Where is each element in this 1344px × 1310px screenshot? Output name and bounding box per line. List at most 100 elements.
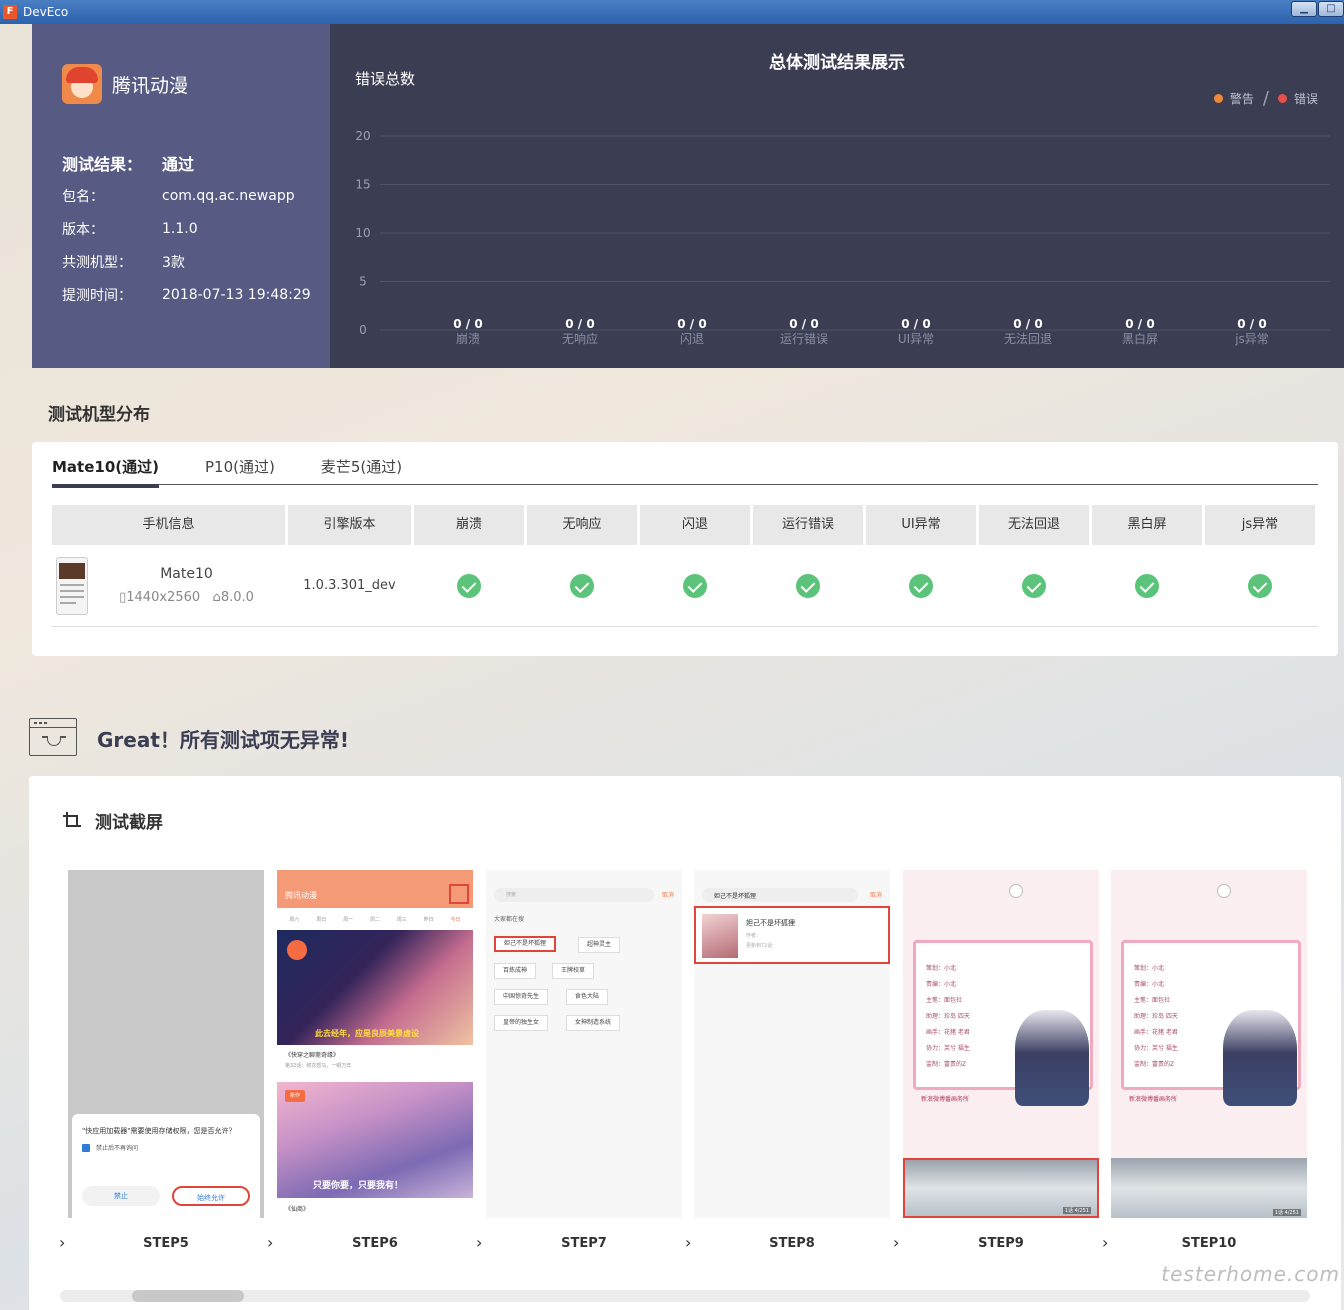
credit-line: 策划：小北 [1134,965,1165,972]
screenshot-step9[interactable]: 策划：小北 责编：小北 主笔：面包社 助理：珍岛 四天 画手：花猪 老君 协力：… [903,870,1099,1218]
weekday-tabs: 周六 周日 周一 周二 周三 昨日 今日 [277,912,473,926]
th-js-error: js异常 [1205,505,1315,545]
phone-info: Mate10 ▯1440x2560 ⌂8.0.0 [88,566,285,605]
next-page-preview: 1话 4/251 [1111,1158,1307,1218]
chevron-right-icon[interactable]: › [893,1233,899,1252]
crop-icon [63,811,81,830]
bar-value-label: 0 / 0 [789,317,818,331]
app-info-panel: 腾讯动漫 测试结果： 通过 包名： com.qq.ac.newapp 版本： 1… [32,24,330,368]
great-message: Great！所有测试项无异常! [97,728,350,752]
chevron-right-icon[interactable]: › [685,1233,691,1252]
new-badge: 新作 [285,1090,305,1102]
search-result: 妲己不是坏狐狸 作者： 更新到72话 [694,906,890,964]
horizontal-scrollbar[interactable] [60,1290,1310,1302]
phone-name: Mate10 [160,566,213,582]
status-cell [414,545,524,627]
window-title: DevEco [23,5,69,19]
th-crash: 崩溃 [414,505,524,545]
chevron-right-icon[interactable]: › [1102,1233,1108,1252]
info-row-result: 测试结果： 通过 [62,146,330,179]
models-card: Mate10(通过) P10(通过) 麦芒5(通过) 手机信息 引擎版本 崩溃 … [32,442,1338,656]
y-tick-label: 0 [359,323,367,337]
smile-window-icon [29,718,77,756]
status-cell [1092,545,1202,627]
th-quit: 闪退 [640,505,750,545]
cancel-link: 取消 [869,892,882,899]
character-illustration [1015,1010,1089,1106]
table-row: Mate10 ▯1440x2560 ⌂8.0.0 1.0.3.301_dev [52,545,1318,627]
dialog-buttons: 禁止 始终允许 [82,1186,250,1206]
allow-button: 始终允许 [172,1186,250,1206]
step-label: STEP7 [561,1236,607,1251]
x-tick-label: 崩溃 [456,332,480,346]
info-row-devices: 共测机型： 3款 [62,245,330,278]
screenshot-step8[interactable]: 妲己不是坏狐狸 取消 妲己不是坏狐狸 作者： 更新到72话 [694,870,890,1218]
dialog-checkbox: 禁止后不再询问 [82,1143,250,1152]
info-value: 通过 [162,154,195,174]
credit-line: 监制：富贵的Z [926,1061,967,1068]
x-tick-label: 无响应 [562,331,598,346]
credits-footer: 新浪微博番画务所 [1129,1096,1178,1103]
checkbox-label: 禁止后不再询问 [96,1145,139,1152]
info-key: 共测机型： [62,254,132,271]
check-icon [1022,573,1046,598]
y-tick-label: 20 [355,129,370,143]
models-heading: 测试机型分布 [48,405,150,425]
x-tick-label: 黑白屏 [1122,331,1158,346]
comic-subtitle: 第32话：鲜衣怒马，一眼万年 [285,1063,352,1069]
phone-resolution: 1440x2560 [126,590,201,605]
info-value: 2018-07-13 19:48:29 [162,286,311,303]
phone-thumbnail[interactable] [56,556,88,615]
pin-icon [1217,884,1231,898]
credit-line: 主笔：面包社 [926,997,963,1004]
tab-p10[interactable]: P10(通过) [205,456,275,485]
y-tick-label: 10 [355,226,370,240]
weekday: 周二 [369,916,380,923]
chevron-right-icon[interactable]: › [267,1233,273,1252]
tab-maimang5[interactable]: 麦芒5(通过) [321,456,402,485]
weekday: 周日 [316,916,327,923]
check-icon [1135,573,1159,598]
screenshot-step7[interactable]: 搜索 取消 大家都在搜 妲己不是坏狐狸 超神灵主 百炼成神 王牌校草 中国惊奇先… [486,870,682,1218]
screenshot-step5[interactable]: "快应用加载器"需要使用存储权限，您是否允许？ 禁止后不再询问 禁止 始终允许 [68,870,264,1218]
search-chip: 妲己不是坏狐狸 [494,936,557,952]
page-indicator: 1话 4/251 [1062,1207,1091,1214]
screenshot-step6[interactable]: 腾讯动漫 周六 周日 周一 周二 周三 昨日 今日 此去经年，应是良辰美景虚设 … [277,870,473,1218]
credits-footer: 新浪微博番画务所 [921,1096,970,1103]
comic-banner-1: 此去经年，应是良辰美景虚设 [277,930,473,1045]
check-icon [1248,573,1272,598]
screenshot-step10[interactable]: 策划：小北 责编：小北 主笔：面包社 助理：珍岛 四天 画手：花猪 老君 协力：… [1111,870,1307,1218]
scrollbar-thumb[interactable] [132,1290,244,1302]
search-chip: 超神灵主 [578,937,621,953]
bar-value-label: 0 / 0 [453,317,482,331]
table-header: 手机信息 引擎版本 崩溃 无响应 闪退 运行错误 UI异常 无法回退 黑白屏 j… [52,505,1318,545]
character-illustration [1223,1010,1297,1106]
info-row-package: 包名： com.qq.ac.newapp [62,179,330,212]
step-label: STEP9 [978,1236,1024,1251]
phone-os: 8.0.0 [220,590,254,605]
bar-value-label: 0 / 0 [901,317,930,331]
summary-panel: 腾讯动漫 测试结果： 通过 包名： com.qq.ac.newapp 版本： 1… [32,24,1344,368]
weekday: 周六 [289,916,300,923]
status-cell [866,545,976,627]
step-label: STEP6 [352,1236,398,1251]
weekday: 昨日 [423,916,434,923]
chevron-right-icon[interactable]: › [476,1233,482,1252]
screenshots-title: 测试截屏 [95,813,163,833]
result-thumbnail [702,914,738,958]
window-controls: ▁ □ [1290,1,1344,17]
tab-mate10[interactable]: Mate10(通过) [52,456,159,488]
chevron-right-icon[interactable]: › [59,1233,65,1252]
th-phone-info: 手机信息 [52,505,285,545]
step-label: STEP5 [143,1236,189,1251]
banner-caption: 只要你要，只要我有！ [313,1181,404,1191]
minimize-icon[interactable]: ▁ [1291,1,1317,17]
check-icon [683,573,707,598]
window-titlebar: F DevEco ▁ □ [0,0,1344,24]
permission-dialog: "快应用加载器"需要使用存储权限，您是否允许？ 禁止后不再询问 禁止 始终允许 [72,1114,260,1218]
maximize-icon[interactable]: □ [1318,1,1344,17]
app-info-list: 测试结果： 通过 包名： com.qq.ac.newapp 版本： 1.1.0 … [62,146,330,311]
check-icon [570,573,594,598]
model-table: 手机信息 引擎版本 崩溃 无响应 闪退 运行错误 UI异常 无法回退 黑白屏 j… [52,505,1318,627]
checkbox-icon [82,1143,90,1152]
